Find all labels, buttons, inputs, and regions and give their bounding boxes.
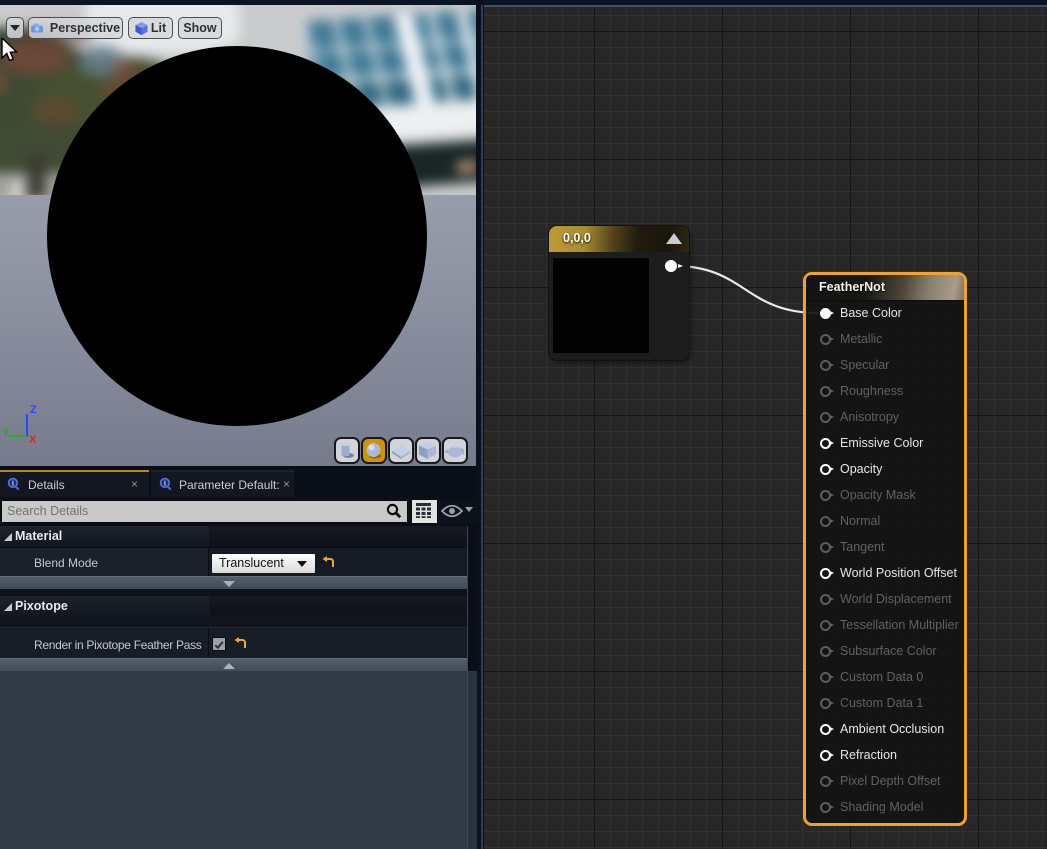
svg-text:i: i	[164, 479, 166, 488]
svg-text:i: i	[12, 479, 14, 488]
